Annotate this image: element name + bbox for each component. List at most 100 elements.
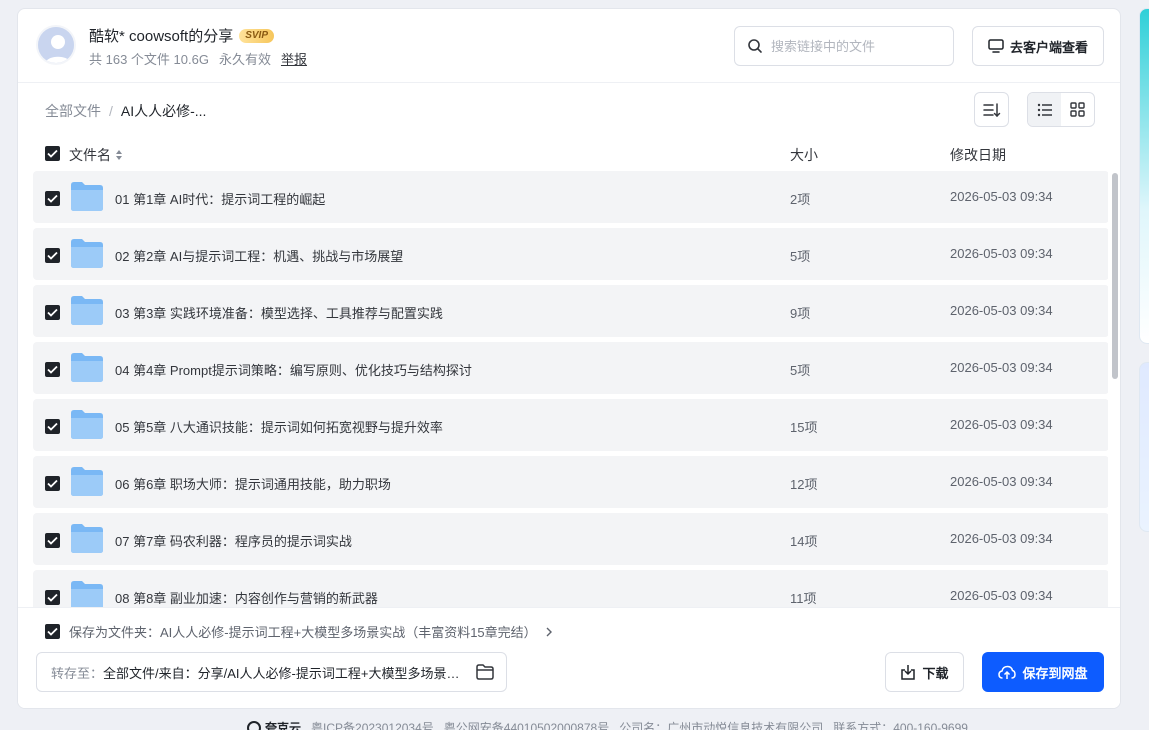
row-checkbox[interactable] xyxy=(45,476,60,491)
table-row[interactable]: 06 第6章 职场大师：提示词通用技能，助力职场 12项 2026-05-03 … xyxy=(33,456,1108,508)
transfer-path: 全部文件/来自：分享/AI人人必修-提示词工程+大模型多场景实战（丰富资料15章… xyxy=(103,665,464,681)
file-date: 2026-05-03 09:34 xyxy=(950,474,1053,489)
breadcrumb-current: AI人人必修-... xyxy=(120,103,207,119)
row-checkbox[interactable] xyxy=(45,419,60,434)
save-as-folder-option[interactable]: 保存为文件夹：AI人人必修-提示词工程+大模型多场景实战（丰富资料15章完结） xyxy=(45,622,552,641)
sort-icon xyxy=(982,102,1000,117)
brand-logo-icon xyxy=(247,720,261,730)
chevron-right-icon xyxy=(546,627,552,636)
list-view-icon xyxy=(1037,103,1052,116)
view-toggle xyxy=(1027,92,1095,127)
list-scrollbar[interactable] xyxy=(1112,171,1118,607)
file-size: 2项 xyxy=(790,192,811,207)
scrollbar-thumb[interactable] xyxy=(1112,173,1118,379)
table-row[interactable]: 01 第1章 AI时代：提示词工程的崛起 2项 2026-05-03 09:34 xyxy=(33,171,1108,223)
file-date: 2026-05-03 09:34 xyxy=(950,588,1053,603)
column-name-label: 文件名 xyxy=(69,147,111,163)
check-icon xyxy=(47,308,58,317)
file-name: 07 第7章 码农利器：程序员的提示词实战 xyxy=(115,534,352,549)
side-info-panel[interactable] xyxy=(1139,362,1149,532)
check-icon xyxy=(47,365,58,374)
breadcrumb-separator: / xyxy=(109,103,113,119)
table-row[interactable]: 02 第2章 AI与提示词工程：机遇、挑战与市场展望 5项 2026-05-03… xyxy=(33,228,1108,280)
open-client-button[interactable]: 去客户端查看 xyxy=(972,26,1104,66)
transfer-label: 转存至： xyxy=(51,665,104,681)
file-name: 04 第4章 Prompt提示词策略：编写原则、优化技巧与结构探讨 xyxy=(115,363,472,378)
table-row[interactable]: 05 第5章 八大通识技能：提示词如何拓宽视野与提升效率 15项 2026-05… xyxy=(33,399,1108,451)
download-label: 下载 xyxy=(922,665,949,681)
save-footer: 保存为文件夹：AI人人必修-提示词工程+大模型多场景实战（丰富资料15章完结） … xyxy=(18,607,1120,708)
row-checkbox[interactable] xyxy=(45,305,60,320)
save-as-checkbox[interactable] xyxy=(45,624,60,639)
row-checkbox[interactable] xyxy=(45,590,60,605)
footer-police[interactable]: 粤公网安备44010502000878号 xyxy=(444,719,609,730)
file-size: 11项 xyxy=(790,591,817,606)
table-row[interactable]: 07 第7章 码农利器：程序员的提示词实战 14项 2026-05-03 09:… xyxy=(33,513,1108,565)
footer-company: 公司名：广州市动悦信息技术有限公司 xyxy=(619,721,824,730)
table-row[interactable]: 08 第8章 副业加速：内容创作与营销的新武器 11项 2026-05-03 0… xyxy=(33,570,1108,607)
folder-icon xyxy=(71,410,103,439)
folder-icon xyxy=(71,353,103,382)
report-link[interactable]: 举报 xyxy=(281,49,307,68)
file-date: 2026-05-03 09:34 xyxy=(950,417,1053,432)
search-input[interactable] xyxy=(771,38,941,54)
file-name: 05 第5章 八大通识技能：提示词如何拓宽视野与提升效率 xyxy=(115,420,443,435)
folder-icon xyxy=(71,467,103,496)
download-button[interactable]: 下载 xyxy=(885,652,964,692)
folder-icon xyxy=(71,239,103,268)
check-icon xyxy=(47,251,58,260)
breadcrumb: 全部文件 / AI人人必修-... xyxy=(45,101,206,121)
file-date: 2026-05-03 09:34 xyxy=(950,303,1053,318)
site-footer: 夸克云 粤ICP备2023012034号 粤公网安备44010502000878… xyxy=(247,719,968,730)
table-header: 文件名 大小 修改日期 xyxy=(45,143,1105,165)
select-all-checkbox[interactable] xyxy=(45,146,60,161)
folder-icon xyxy=(71,296,103,325)
file-size: 9项 xyxy=(790,306,811,321)
check-icon xyxy=(47,627,58,636)
footer-brand-label: 夸克云 xyxy=(265,721,302,730)
save-to-drive-label: 保存到网盘 xyxy=(1022,665,1088,681)
row-checkbox[interactable] xyxy=(45,533,60,548)
share-meta: 共 163 个文件 10.6G 永久有效 举报 xyxy=(89,49,307,68)
list-view-button[interactable] xyxy=(1028,93,1061,126)
check-icon xyxy=(47,593,58,602)
file-date: 2026-05-03 09:34 xyxy=(950,531,1053,546)
file-date: 2026-05-03 09:34 xyxy=(950,189,1053,204)
table-row[interactable]: 04 第4章 Prompt提示词策略：编写原则、优化技巧与结构探讨 5项 202… xyxy=(33,342,1108,394)
column-size-header: 大小 xyxy=(790,147,818,163)
cloud-save-icon xyxy=(998,665,1017,679)
file-name: 06 第6章 职场大师：提示词通用技能，助力职场 xyxy=(115,477,391,492)
file-date: 2026-05-03 09:34 xyxy=(950,246,1053,261)
grid-view-button[interactable] xyxy=(1061,93,1094,126)
check-icon xyxy=(47,149,58,158)
search-box[interactable] xyxy=(734,26,954,66)
column-date-header: 修改日期 xyxy=(950,147,1006,163)
folder-icon xyxy=(71,182,103,211)
breadcrumb-root[interactable]: 全部文件 xyxy=(45,101,101,121)
row-checkbox[interactable] xyxy=(45,248,60,263)
table-row[interactable]: 03 第3章 实践环境准备：模型选择、工具推荐与配置实践 9项 2026-05-… xyxy=(33,285,1108,337)
file-size: 12项 xyxy=(790,477,818,492)
share-header: 酷软* coowsoft的分享 SVIP 共 163 个文件 10.6G 永久有… xyxy=(18,9,1120,83)
row-checkbox[interactable] xyxy=(45,362,60,377)
sort-button[interactable] xyxy=(974,92,1009,127)
side-promo-panel[interactable] xyxy=(1139,8,1149,344)
file-date: 2026-05-03 09:34 xyxy=(950,360,1053,375)
column-name-header[interactable]: 文件名 xyxy=(69,145,123,165)
file-name: 02 第2章 AI与提示词工程：机遇、挑战与市场展望 xyxy=(115,249,404,264)
footer-icp[interactable]: 粤ICP备2023012034号 xyxy=(311,719,434,730)
check-icon xyxy=(47,422,58,431)
search-icon xyxy=(748,39,762,53)
file-size: 14项 xyxy=(790,534,818,549)
avatar xyxy=(36,25,76,65)
file-name: 08 第8章 副业加速：内容创作与营销的新武器 xyxy=(115,591,378,606)
check-icon xyxy=(47,194,58,203)
download-icon xyxy=(901,665,916,680)
save-as-label: 保存为文件夹：AI人人必修-提示词工程+大模型多场景实战（丰富资料15章完结） xyxy=(69,625,537,640)
sharer-title: 酷软* coowsoft的分享 SVIP xyxy=(89,25,274,46)
save-to-drive-button[interactable]: 保存到网盘 xyxy=(982,652,1104,692)
row-checkbox[interactable] xyxy=(45,191,60,206)
monitor-icon xyxy=(988,39,1004,53)
folder-icon xyxy=(71,524,103,553)
transfer-destination[interactable]: 转存至： 全部文件/来自：分享/AI人人必修-提示词工程+大模型多场景实战（丰富… xyxy=(36,652,507,692)
